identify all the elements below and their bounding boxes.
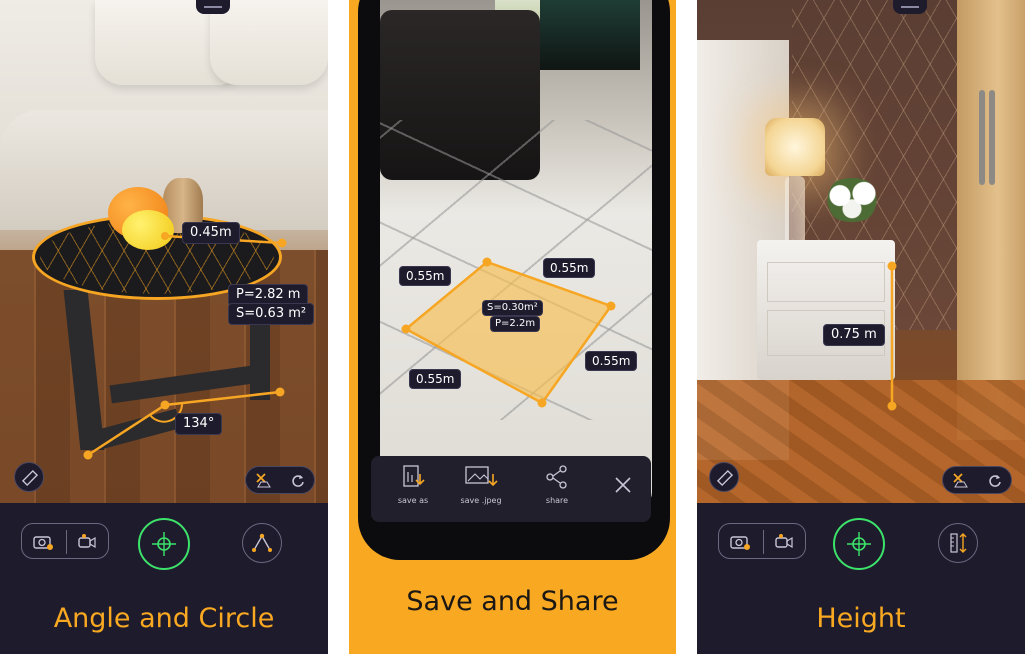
add-point-button[interactable]: [833, 518, 885, 570]
video-icon: [78, 534, 96, 549]
angle-mode-button[interactable]: [242, 523, 282, 563]
caption-bar: Angle and Circle: [0, 585, 328, 654]
clear-icon: [953, 473, 968, 488]
close-icon: [615, 477, 631, 493]
menu-tab[interactable]: [893, 0, 927, 14]
ar-measure-lines: [83, 232, 287, 460]
save-as-button[interactable]: save as: [383, 464, 443, 505]
caption-title: Height: [816, 603, 906, 634]
save-as-icon: [403, 465, 425, 487]
separator: [763, 530, 764, 554]
panel-height: 0.75 m Height: [697, 0, 1025, 654]
edge-label-bottom-left: 0.55m: [409, 369, 462, 389]
height-label: 0.75 m: [823, 324, 885, 346]
photo-button[interactable]: [725, 528, 755, 556]
bottom-toolbar: [0, 503, 328, 585]
edge-label-top-left: 0.55m: [399, 266, 452, 286]
ruler-icon: [716, 469, 734, 487]
share-bar: save as save .jpeg share: [371, 456, 651, 522]
bottom-toolbar: [697, 503, 1025, 585]
area-label: S=0.63 m²: [228, 303, 315, 325]
angle-icon: [252, 533, 272, 552]
clear-undo-group: [942, 466, 1012, 494]
undo-icon: [292, 475, 304, 487]
undo-button[interactable]: [286, 469, 310, 493]
edge-label-bottom-right: 0.55m: [585, 351, 638, 371]
save-as-label: save as: [397, 496, 429, 505]
panel-angle-circle: 0.45m P=2.82 m S=0.63 m² 134° Angle and …: [0, 0, 328, 654]
crosshair-icon: [847, 532, 871, 556]
perimeter-label: P=2.2m: [490, 316, 541, 332]
undo-icon: [989, 475, 1001, 487]
ruler-icon: [21, 469, 39, 487]
save-jpeg-button[interactable]: save .jpeg: [451, 464, 511, 505]
crosshair-icon: [152, 532, 176, 556]
caption-title: Save and Share: [406, 586, 619, 617]
undo-button[interactable]: [983, 469, 1007, 493]
video-button[interactable]: [769, 528, 799, 556]
panel-save-share: 0.55m 0.55m S=0.30m² P=2.2m 0.55m 0.55m …: [349, 0, 676, 654]
save-jpeg-label: save .jpeg: [460, 496, 502, 505]
clear-undo-group: [245, 466, 315, 494]
camera-icon: [33, 536, 53, 550]
clear-button[interactable]: [949, 469, 973, 493]
menu-tab[interactable]: [196, 0, 230, 14]
share-label: share: [545, 496, 569, 505]
diameter-label: 0.45m: [182, 222, 240, 244]
height-icon: [950, 533, 967, 553]
height-mode-button[interactable]: [938, 523, 978, 563]
angle-label: 134°: [175, 413, 223, 435]
add-point-button[interactable]: [138, 518, 190, 570]
image-download-icon: [465, 466, 498, 487]
area-label: S=0.30m²: [482, 300, 543, 316]
clear-button[interactable]: [252, 469, 276, 493]
caption-bar: Height: [697, 585, 1025, 654]
clear-icon: [256, 473, 271, 488]
share-button[interactable]: share: [527, 464, 587, 505]
share-icon: [546, 465, 567, 489]
ruler-button[interactable]: [709, 462, 739, 492]
camera-icon: [730, 536, 750, 550]
separator: [66, 530, 67, 554]
capture-mode-group: [718, 523, 806, 559]
ar-measure-height: [887, 261, 897, 411]
photo-button[interactable]: [28, 528, 58, 556]
video-button[interactable]: [72, 528, 102, 556]
caption-title: Angle and Circle: [53, 603, 275, 634]
close-button[interactable]: [593, 474, 653, 500]
ruler-button[interactable]: [14, 462, 44, 492]
video-icon: [775, 534, 793, 549]
edge-label-top-right: 0.55m: [543, 258, 596, 278]
capture-mode-group: [21, 523, 109, 559]
